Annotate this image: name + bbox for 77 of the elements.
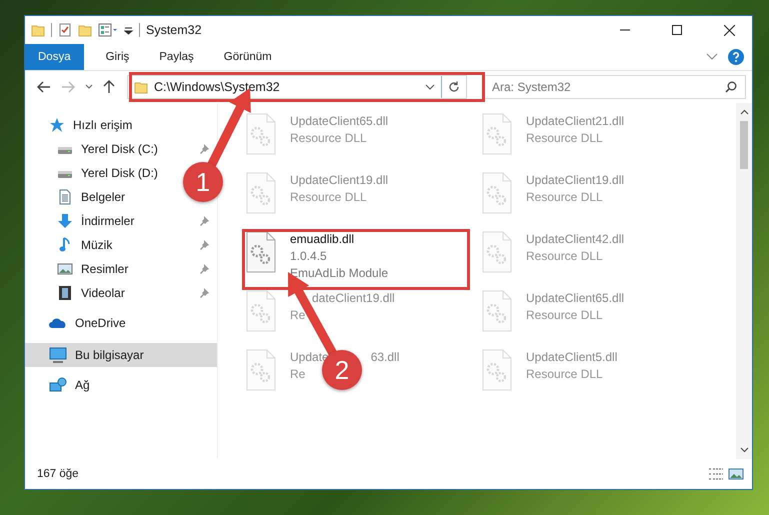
- nav-item[interactable]: Hızlı erişim: [25, 113, 217, 137]
- search-icon: [725, 81, 737, 93]
- picture-icon: [57, 261, 73, 277]
- nav-item[interactable]: Videolar: [57, 281, 125, 305]
- file-detail: Resource DLL: [290, 189, 367, 206]
- ribbon-tab[interactable]: Görünüm: [210, 44, 286, 70]
- file-detail: Resource DLL: [526, 130, 603, 147]
- pin-icon[interactable]: [199, 288, 209, 298]
- item-count: 167 öğe: [37, 468, 79, 480]
- search-field[interactable]: Ara: System32: [483, 75, 746, 99]
- forward-arrow-icon[interactable]: [61, 81, 75, 93]
- folder-icon[interactable]: [78, 23, 92, 37]
- file-name: UpdateClient21.dll: [526, 113, 624, 130]
- file-detail: Resource DLL: [526, 189, 603, 206]
- file-detail: Resource DLL: [526, 366, 603, 383]
- star-icon: [49, 117, 65, 133]
- up-arrow-icon[interactable]: [103, 80, 115, 94]
- folder-icon: [134, 80, 148, 94]
- file-name: UpdateClient19.dll: [526, 172, 624, 189]
- document-icon: [57, 189, 73, 205]
- pin-icon[interactable]: [199, 144, 209, 154]
- address-path: C:\Windows\System32: [154, 80, 280, 94]
- scroll-up-icon[interactable]: [740, 109, 748, 115]
- pin-icon[interactable]: [199, 216, 209, 226]
- ribbon-tab[interactable]: Paylaş: [145, 44, 208, 70]
- recent-locations-icon[interactable]: [85, 84, 93, 90]
- nav-item[interactable]: İndirmeler: [57, 209, 134, 233]
- maximize-icon: [672, 25, 682, 35]
- expand-ribbon-icon[interactable]: [706, 53, 718, 61]
- folder-icon[interactable]: [31, 23, 45, 37]
- search-placeholder: Ara: System32: [492, 80, 571, 94]
- file-name: UpdateClient5.dll: [526, 349, 618, 366]
- file-name: 63.dll: [370, 349, 400, 366]
- checklist-icon[interactable]: [58, 23, 72, 37]
- file-detail: EmuAdLib Module: [290, 265, 388, 282]
- nav-item[interactable]: Belgeler: [57, 185, 126, 209]
- file-detail: Resource DLL: [526, 248, 603, 265]
- close-icon: [724, 24, 734, 36]
- file-name: UpdateClient65.dll: [526, 290, 624, 307]
- file-detail: Re: [290, 307, 306, 324]
- file-detail: Re: [290, 366, 306, 383]
- ribbon-tab[interactable]: Giriş: [92, 44, 144, 70]
- properties-icon[interactable]: [98, 23, 118, 37]
- cloud-icon: [49, 317, 67, 329]
- nav-item[interactable]: OneDrive: [25, 311, 217, 335]
- scroll-down-icon[interactable]: [740, 447, 748, 453]
- refresh-icon[interactable]: [448, 81, 460, 93]
- file-detail: Resource DLL: [526, 307, 603, 324]
- file-name: UpdateClient42.dll: [526, 231, 624, 248]
- nav-item[interactable]: Bu bilgisayar: [25, 343, 217, 367]
- file-name: UpdateClient19.dll: [290, 172, 388, 189]
- nav-item[interactable]: Yerel Disk (C:): [57, 137, 158, 161]
- nav-item[interactable]: Müzik: [57, 233, 112, 257]
- file-name: UpdateClient65.dll: [290, 113, 388, 130]
- dropdown-icon[interactable]: [425, 84, 435, 90]
- large-icons-view-icon[interactable]: [728, 467, 744, 481]
- pin-icon[interactable]: [199, 264, 209, 274]
- window-title: System32: [146, 23, 202, 37]
- network-icon: [49, 377, 67, 393]
- details-view-icon[interactable]: [708, 467, 724, 481]
- nav-item[interactable]: Resimler: [57, 257, 128, 281]
- ribbon-tab[interactable]: Dosya: [25, 44, 84, 70]
- nav-item[interactable]: Yerel Disk (D:): [57, 161, 158, 185]
- film-icon: [57, 285, 73, 301]
- pin-icon[interactable]: [199, 240, 209, 250]
- monitor-icon: [49, 347, 67, 363]
- scrollbar[interactable]: [736, 103, 752, 459]
- dll-file-icon[interactable]: [246, 231, 276, 273]
- download-arrow-icon: [57, 213, 73, 229]
- file-detail: 1.0.4.5: [290, 248, 327, 265]
- file-name: emuadlib.dll: [290, 231, 354, 248]
- file-detail: Resource DLL: [290, 130, 367, 147]
- nav-item[interactable]: Ağ: [25, 373, 217, 397]
- back-arrow-icon[interactable]: [37, 81, 51, 93]
- help-icon[interactable]: [728, 49, 744, 65]
- file-name: dateClient19.dll: [312, 290, 395, 307]
- scroll-thumb[interactable]: [740, 121, 748, 169]
